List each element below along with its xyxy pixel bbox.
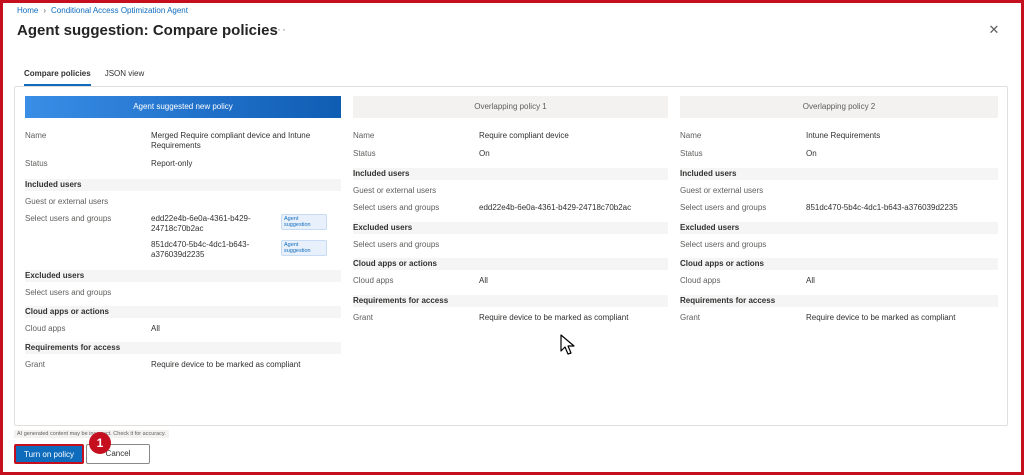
row-cloud-apps: Cloud apps All [680, 276, 998, 286]
policy-status: On [479, 149, 490, 158]
mouse-cursor-icon [560, 334, 575, 355]
column-header: Overlapping policy 1 [353, 96, 668, 118]
column-header: Agent suggested new policy [25, 96, 341, 118]
user-id: edd22e4b-6e0a-4361-b429-24718c70b2ac [151, 214, 251, 233]
field-label: Select users and groups [353, 240, 440, 249]
field-label: Cloud apps [353, 276, 394, 285]
row-select-users: Select users and groups edd22e4b-6e0a-43… [353, 203, 668, 213]
user-id: 851dc470-5b4c-4dc1-b643-a376039d2235 [806, 203, 958, 212]
field-label: Select users and groups [25, 214, 112, 223]
section-cloud-apps: Cloud apps or actions [680, 258, 998, 270]
field-label: Grant [25, 360, 46, 369]
field-label: Status [25, 159, 48, 168]
row-status: Status On [353, 149, 668, 159]
agent-suggestion-badge: Agent suggestion [281, 240, 327, 260]
row-name: Name Require compliant device [353, 131, 668, 141]
field-label: Select users and groups [25, 288, 112, 297]
breadcrumb-home[interactable]: Home [17, 6, 38, 15]
section-requirements: Requirements for access [680, 295, 998, 307]
close-icon[interactable]: ✕ [986, 22, 1002, 38]
row-grant: Grant Require device to be marked as com… [353, 313, 668, 323]
cloud-apps-value: All [479, 276, 488, 285]
tab-compare-policies[interactable]: Compare policies [24, 69, 91, 86]
row-status: Status Report-only [25, 159, 341, 169]
field-label: Name [680, 131, 702, 140]
row-select-users: Select users and groups 851dc470-5b4c-4d… [680, 203, 998, 213]
section-excluded-users: Excluded users [353, 222, 668, 234]
row-select-users-2: 851dc470-5b4c-4dc1-b643-a376039d2235 Age… [25, 240, 341, 260]
tab-list: Compare policies JSON view [24, 69, 144, 86]
turn-on-policy-button[interactable]: Turn on policy [14, 444, 84, 464]
policy-name: Merged Require compliant device and Intu… [151, 131, 311, 150]
field-label: Cloud apps [25, 324, 66, 333]
grant-value: Require device to be marked as compliant [806, 313, 956, 322]
tab-json-view[interactable]: JSON view [105, 69, 145, 86]
row-grant: Grant Require device to be marked as com… [25, 360, 341, 370]
field-label: Status [680, 149, 703, 158]
column-suggested-policy: Agent suggested new policy Name Merged R… [25, 96, 341, 370]
field-label: Name [25, 131, 47, 140]
grant-value: Require device to be marked as compliant [479, 313, 629, 322]
row-name: Name Merged Require compliant device and… [25, 131, 341, 151]
row-grant: Grant Require device to be marked as com… [680, 313, 998, 323]
row-select-users: Select users and groups edd22e4b-6e0a-43… [25, 214, 341, 234]
section-requirements: Requirements for access [353, 295, 668, 307]
user-id: 851dc470-5b4c-4dc1-b643-a376039d2235 [151, 240, 250, 259]
field-label: Cloud apps [680, 276, 721, 285]
column-overlapping-policy-1: Overlapping policy 1 Name Require compli… [353, 96, 668, 323]
page-title: Agent suggestion: Compare policies [17, 22, 278, 39]
breadcrumb-agent[interactable]: Conditional Access Optimization Agent [51, 6, 188, 15]
row-status: Status On [680, 149, 998, 159]
breadcrumb: Home › Conditional Access Optimization A… [17, 6, 188, 15]
section-included-users: Included users [680, 168, 998, 180]
field-label: Status [353, 149, 376, 158]
field-label: Select users and groups [680, 203, 767, 212]
step-number-badge: 1 [89, 432, 111, 454]
row-name: Name Intune Requirements [680, 131, 998, 141]
section-excluded-users: Excluded users [25, 270, 341, 282]
user-id: edd22e4b-6e0a-4361-b429-24718c70b2ac [479, 203, 632, 212]
section-included-users: Included users [353, 168, 668, 180]
agent-suggestion-badge: Agent suggestion [281, 214, 327, 234]
field-label: Guest or external users [353, 186, 437, 195]
field-label: Select users and groups [353, 203, 440, 212]
row-cloud-apps: Cloud apps All [353, 276, 668, 286]
row-cloud-apps: Cloud apps All [25, 324, 341, 334]
policy-status: Report-only [151, 159, 193, 168]
field-label: Grant [353, 313, 374, 322]
policy-name: Require compliant device [479, 131, 569, 140]
cloud-apps-value: All [806, 276, 815, 285]
column-header: Overlapping policy 2 [680, 96, 998, 118]
section-cloud-apps: Cloud apps or actions [353, 258, 668, 270]
policy-status: On [806, 149, 817, 158]
field-label: Select users and groups [680, 240, 767, 249]
policy-name: Intune Requirements [806, 131, 881, 140]
more-icon[interactable]: ··· [272, 22, 287, 36]
cloud-apps-value: All [151, 324, 160, 333]
section-cloud-apps: Cloud apps or actions [25, 306, 341, 318]
section-excluded-users: Excluded users [680, 222, 998, 234]
column-overlapping-policy-2: Overlapping policy 2 Name Intune Require… [680, 96, 998, 323]
field-label: Guest or external users [25, 197, 109, 206]
chevron-right-icon: › [43, 6, 47, 15]
field-label: Grant [680, 313, 701, 322]
grant-value: Require device to be marked as compliant [151, 360, 301, 369]
field-label: Guest or external users [680, 186, 764, 195]
section-included-users: Included users [25, 179, 341, 191]
field-label: Name [353, 131, 375, 140]
section-requirements: Requirements for access [25, 342, 341, 354]
